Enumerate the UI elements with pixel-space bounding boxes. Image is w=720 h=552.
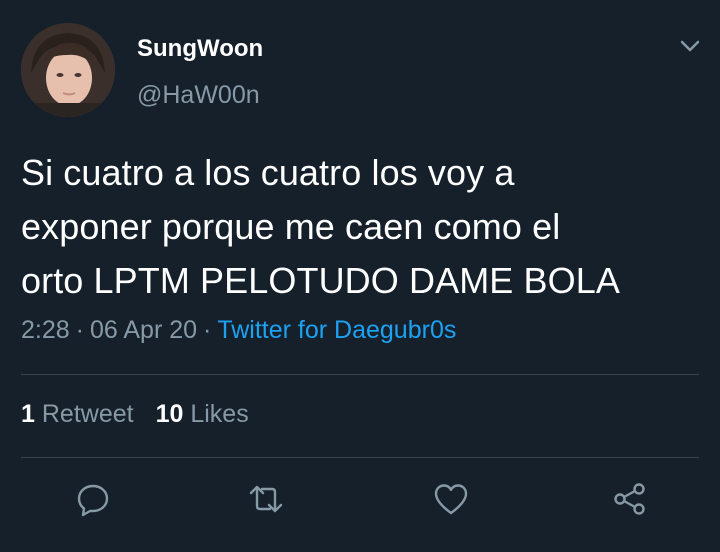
tweet-detail: SungWoon @HaW00n Si cuatro a los cuatro … <box>0 0 720 552</box>
tweet-source-link[interactable]: Twitter for Daegubr0s <box>217 316 456 344</box>
tweet-text-line: orto LPTM PELOTUDO DAME BOLA <box>21 260 620 301</box>
tweet-stats: 1 Retweet 10 Likes <box>21 400 249 429</box>
tweet-text: Si cuatro a los cuatro los voy a exponer… <box>21 146 701 308</box>
divider <box>21 374 699 375</box>
display-name[interactable]: SungWoon <box>137 35 263 63</box>
tweet-text-line: exponer porque me caen como el <box>21 206 561 247</box>
likes-count: 10 <box>155 400 184 428</box>
avatar[interactable] <box>21 23 115 117</box>
retweets-label: Retweet <box>41 400 134 428</box>
retweets-count: 1 <box>21 400 35 428</box>
chevron-down-icon[interactable] <box>676 34 704 58</box>
meta-separator: · <box>75 316 84 344</box>
tweet-text-line: Si cuatro a los cuatro los voy a <box>21 152 515 193</box>
reply-icon[interactable] <box>73 479 113 519</box>
tweet-meta: 2:28 · 06 Apr 20 · Twitter for Daegubr0s <box>21 316 456 345</box>
likes-label: Likes <box>190 400 249 428</box>
likes-stat[interactable]: 10 Likes <box>156 400 249 428</box>
retweet-icon[interactable] <box>246 479 286 519</box>
tweet-date: 06 Apr 20 <box>90 316 198 344</box>
retweets-stat[interactable]: 1 Retweet <box>21 400 134 428</box>
heart-icon[interactable] <box>431 479 471 519</box>
meta-separator: · <box>203 316 212 344</box>
user-handle[interactable]: @HaW00n <box>137 81 260 110</box>
share-icon[interactable] <box>610 479 650 519</box>
avatar-photo <box>21 23 115 117</box>
divider <box>21 457 699 458</box>
tweet-time: 2:28 <box>21 316 70 344</box>
